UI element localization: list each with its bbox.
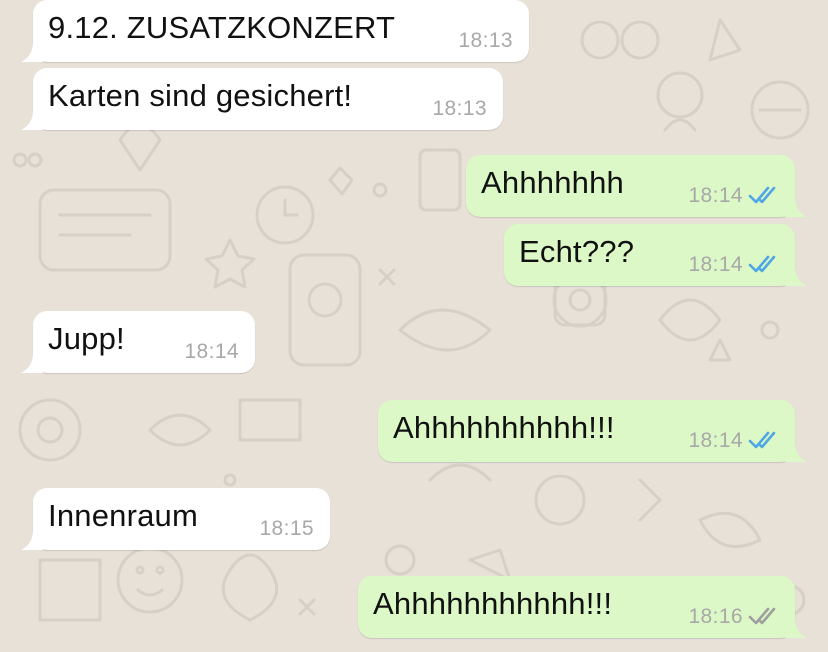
message-text: Jupp! [48, 321, 125, 356]
bubble-tail [21, 110, 43, 130]
message-text: Ahhhhhhh [481, 165, 624, 200]
message-time: 18:13 [432, 97, 487, 120]
message-time: 18:14 [688, 184, 743, 207]
message-text: Ahhhhhhhhhhh!!! [373, 586, 613, 621]
bubble-tail [21, 42, 43, 62]
message-bubble-incoming[interactable]: 9.12. ZUSATZKONZERT 18:13 [21, 0, 529, 62]
bubble-tail [785, 618, 807, 638]
message-text: Innenraum [48, 498, 199, 533]
message-time: 18:14 [688, 253, 743, 276]
message-bubble-outgoing[interactable]: Ahhhhhhh 18:14 [466, 155, 807, 217]
message-bubble-outgoing[interactable]: Echt??? 18:14 [504, 224, 807, 286]
double-check-icon [748, 607, 776, 625]
message-bubble-incoming[interactable]: Jupp! 18:14 [21, 311, 255, 373]
message-text: Karten sind gesichert! [48, 78, 353, 113]
bubble-tail [21, 530, 43, 550]
message-text: 9.12. ZUSATZKONZERT [48, 10, 396, 45]
bubble-tail [21, 353, 43, 373]
bubble-tail [785, 442, 807, 462]
bubble-tail [785, 266, 807, 286]
double-check-icon [748, 255, 776, 273]
bubble-tail [785, 197, 807, 217]
message-time: 18:13 [458, 29, 513, 52]
message-bubble-incoming[interactable]: Karten sind gesichert! 18:13 [21, 68, 503, 130]
message-time: 18:16 [688, 605, 743, 628]
double-check-icon [748, 431, 776, 449]
message-text: Echt??? [519, 234, 635, 269]
double-check-icon [748, 186, 776, 204]
message-bubble-outgoing[interactable]: Ahhhhhhhhhhh!!! 18:16 [358, 576, 807, 638]
message-time: 18:14 [688, 429, 743, 452]
message-bubble-outgoing[interactable]: Ahhhhhhhhhh!!! 18:14 [378, 400, 807, 462]
message-time: 18:15 [259, 517, 314, 540]
message-text: Ahhhhhhhhhh!!! [393, 410, 615, 445]
message-bubble-incoming[interactable]: Innenraum 18:15 [21, 488, 330, 550]
message-time: 18:14 [184, 340, 239, 363]
